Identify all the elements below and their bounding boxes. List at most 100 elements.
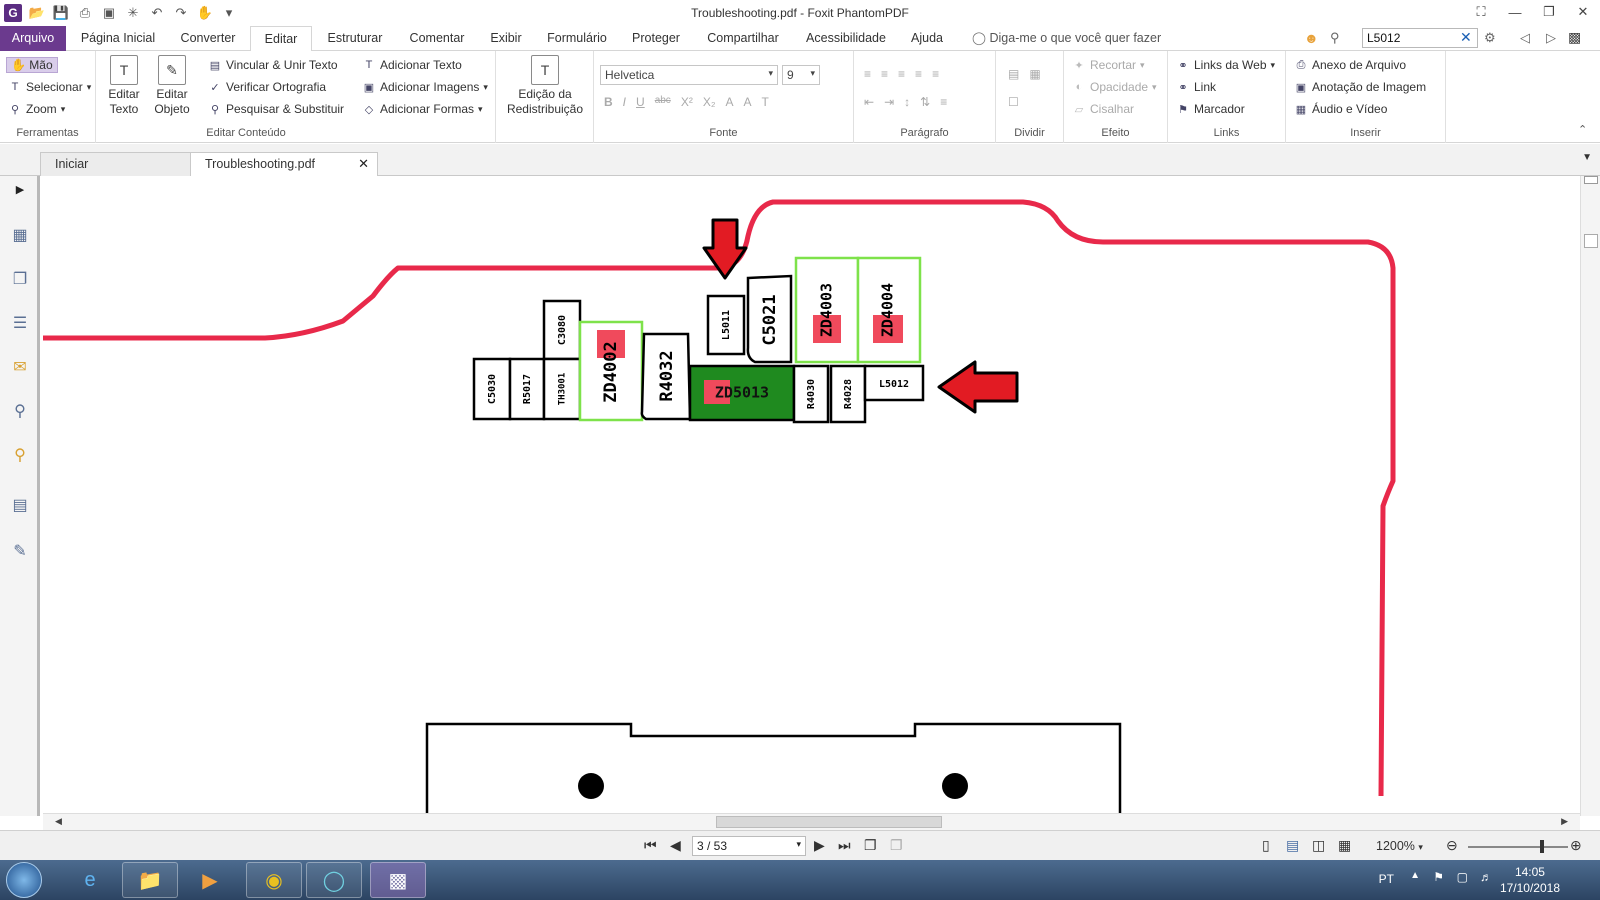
split-text-icon[interactable]: ☐ [1008, 95, 1019, 109]
scroll-left-arrow-icon[interactable]: ◀ [55, 816, 62, 827]
comments-panel-icon[interactable]: ✉ [9, 356, 31, 378]
edit-text-button[interactable]: T Editar Texto [106, 55, 142, 117]
signatures-panel-icon[interactable]: ✎ [9, 540, 31, 562]
vertical-scrollbar[interactable] [1580, 176, 1600, 816]
last-page-icon[interactable]: ⏭ [838, 837, 851, 854]
line-spacing-icon[interactable]: ↕ [904, 95, 910, 109]
audio-video-button[interactable]: ▦ Áudio e Vídeo [1294, 99, 1388, 119]
tab-arquivo[interactable]: Arquivo [0, 26, 66, 51]
document-canvas[interactable]: C5030 R5017 C3080 TH3001 ZD4002 R4032 L5… [43, 176, 1579, 813]
tab-estruturar[interactable]: Estruturar [318, 26, 392, 51]
language-indicator[interactable]: PT [1379, 872, 1394, 886]
hand-tool-button[interactable]: ✋ Mão [6, 55, 58, 75]
italic-icon[interactable]: I [623, 95, 626, 109]
tab-exibir[interactable]: Exibir [484, 26, 528, 51]
zoom-tool-button[interactable]: ⚲ Zoom ▾ [8, 99, 65, 119]
component-c3080[interactable]: C3080 [542, 299, 582, 361]
tab-acessibilidade[interactable]: Acessibilidade [800, 26, 892, 51]
spell-check-button[interactable]: ✓ Verificar Ortografia [208, 77, 326, 97]
strikethrough-icon[interactable]: abc [655, 95, 671, 109]
smiley-icon[interactable]: ☻ [1304, 30, 1319, 46]
merge-article-icon[interactable]: ▦ [1029, 67, 1040, 81]
component-c5021[interactable]: C5021 [746, 274, 793, 364]
component-r4030[interactable]: R4030 [792, 364, 830, 424]
vertical-scroll-thumb[interactable] [1584, 234, 1598, 248]
bullets-icon[interactable]: ≡ [864, 67, 871, 81]
continuous-facing-icon[interactable]: ▦ [1338, 837, 1351, 854]
single-page-icon[interactable]: ▯ [1262, 837, 1270, 854]
restore-icon[interactable]: ❐ [1532, 2, 1566, 22]
align-left-icon[interactable]: ≡ [881, 67, 888, 81]
minimize-icon[interactable]: — [1498, 2, 1532, 22]
component-zd4004[interactable]: ZD4004 [856, 256, 922, 364]
zoom-slider-handle[interactable] [1540, 840, 1544, 853]
component-zd4002[interactable]: ZD4002 [578, 320, 644, 422]
paragraph-spacing-icon[interactable]: ⇅ [920, 95, 930, 109]
chrome-icon[interactable]: ◉ [246, 862, 302, 898]
edit-object-button[interactable]: ✎ Editar Objeto [148, 55, 196, 117]
align-right-icon[interactable]: ≡ [915, 67, 922, 81]
expand-panel-icon[interactable]: ▶ [9, 178, 31, 200]
close-tab-icon[interactable]: ✕ [358, 153, 369, 175]
component-l5011[interactable]: L5011 [706, 294, 746, 356]
component-zd5013[interactable]: ZD5013 [688, 364, 796, 422]
next-page-icon[interactable]: ▶ [814, 837, 825, 854]
tab-ajuda[interactable]: Ajuda [904, 26, 950, 51]
volume-icon[interactable]: ♬ [1480, 870, 1492, 884]
component-th3001[interactable]: TH3001 [542, 357, 582, 421]
tab-troubleshooting-pdf[interactable]: Troubleshooting.pdf ✕ [190, 152, 378, 177]
find-replace-button[interactable]: ⚲ Pesquisar & Substituir [208, 99, 344, 119]
component-r4032[interactable]: R4032 [640, 332, 692, 421]
pages-panel-icon[interactable]: ❐ [9, 268, 31, 290]
search-options-icon[interactable]: ⚲ [1330, 30, 1340, 46]
zoom-slider[interactable] [1468, 846, 1568, 848]
crop-button[interactable]: ✦ Recortar ▾ [1072, 55, 1144, 75]
text-height-icon[interactable]: T [762, 95, 769, 109]
align-center-icon[interactable]: ≡ [898, 67, 905, 81]
layers-panel-icon[interactable]: ☰ [9, 312, 31, 334]
component-r5017[interactable]: R5017 [508, 357, 546, 421]
scroll-top-marker[interactable] [1584, 176, 1598, 184]
content-panel-icon[interactable]: ▤ [9, 494, 31, 516]
component-r4028[interactable]: R4028 [829, 364, 867, 424]
font-color-icon[interactable]: A [725, 95, 733, 109]
facing-page-icon[interactable]: ◫ [1312, 837, 1325, 854]
tab-proteger[interactable]: Proteger [626, 26, 686, 51]
tab-comentar[interactable]: Comentar [404, 26, 470, 51]
select-tool-button[interactable]: T Selecionar ▾ [8, 77, 92, 97]
zoom-level[interactable]: 1200% ▾ [1376, 839, 1423, 853]
superscript-icon[interactable]: X² [681, 95, 693, 109]
horizontal-scroll-thumb[interactable] [716, 816, 942, 828]
web-links-button[interactable]: ⚭ Links da Web ▾ [1176, 55, 1275, 75]
page-number-field[interactable]: 3 / 53 ▾ [692, 836, 806, 856]
add-images-button[interactable]: ▣ Adicionar Imagens ▾ [362, 77, 488, 97]
tell-me-box[interactable]: ◯ Diga-me o que você quer fazer [972, 26, 1161, 51]
bold-icon[interactable]: B [604, 95, 613, 109]
underline-icon[interactable]: U [636, 95, 645, 109]
scroll-right-arrow-icon[interactable]: ▶ [1561, 816, 1568, 827]
tab-compartilhar[interactable]: Compartilhar [700, 26, 786, 51]
zoom-in-icon[interactable]: ⊕ [1570, 837, 1582, 854]
first-page-icon[interactable]: ⏮ [644, 837, 657, 854]
tab-converter[interactable]: Converter [170, 26, 246, 51]
component-c5030[interactable]: C5030 [472, 357, 512, 421]
file-explorer-icon[interactable]: 📁 [122, 862, 178, 898]
bookmark-button[interactable]: ⚑ Marcador [1176, 99, 1245, 119]
previous-view-icon[interactable]: ❐ [864, 837, 877, 854]
font-name-select[interactable]: Helvetica ▾ [600, 65, 778, 85]
network-icon[interactable]: ⚑ [1433, 870, 1444, 884]
split-article-icon[interactable]: ▤ [1008, 67, 1019, 81]
action-center-icon[interactable]: ▢ [1457, 870, 1468, 884]
component-zd4003[interactable]: ZD4003 [794, 256, 860, 364]
browser-icon[interactable]: ◯ [306, 862, 362, 898]
horizontal-scrollbar[interactable]: ◀ ▶ [43, 813, 1580, 830]
opacity-button[interactable]: ◐ Opacidade ▾ [1072, 77, 1157, 97]
attachments-panel-icon[interactable]: ⚲ [9, 400, 31, 422]
start-button[interactable] [6, 862, 42, 898]
redistribution-edit-button[interactable]: T Edição da Redistribuição [502, 55, 588, 117]
clock[interactable]: 14:05 17/10/2018 [1500, 864, 1560, 896]
shear-button[interactable]: ▱ Cisalhar [1072, 99, 1134, 119]
character-spacing-icon[interactable]: A [744, 95, 752, 109]
add-shapes-button[interactable]: ◇ Adicionar Formas ▾ [362, 99, 483, 119]
indent-decrease-icon[interactable]: ⇤ [864, 95, 874, 109]
